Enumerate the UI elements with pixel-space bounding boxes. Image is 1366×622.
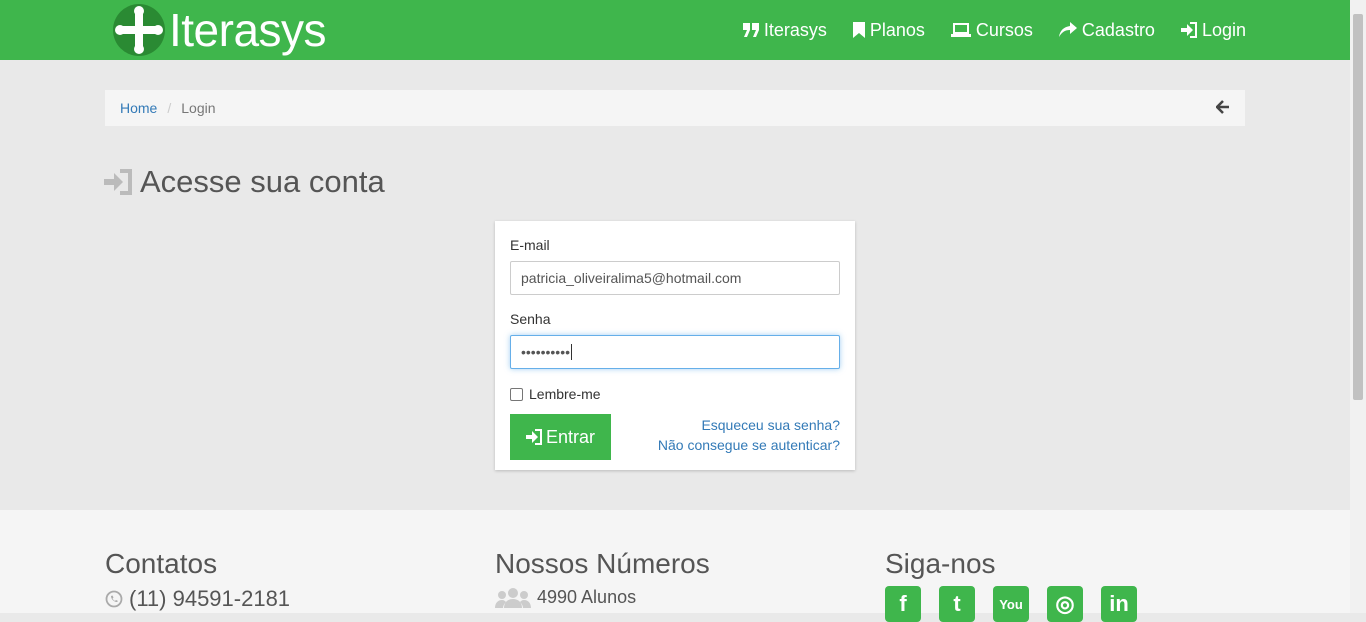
sign-in-icon: [525, 429, 542, 445]
submit-button[interactable]: Entrar: [510, 414, 611, 460]
back-button[interactable]: [1215, 100, 1230, 117]
top-navbar: Iterasys Iterasys Planos Cursos Cadastro…: [0, 0, 1350, 60]
bookmark-icon: [852, 22, 865, 38]
nav-item-cadastro[interactable]: Cadastro: [1058, 19, 1155, 41]
quote-icon: [742, 23, 759, 37]
phone-number: (11) 94591-2181: [129, 586, 291, 611]
sign-in-icon: [1180, 22, 1197, 38]
contacts-heading: Contatos: [105, 548, 218, 579]
remember-label: Lembre-me: [529, 386, 601, 402]
whatsapp-icon: [105, 590, 123, 608]
facebook-icon[interactable]: f: [885, 586, 921, 622]
brand-name: Iterasys: [169, 4, 327, 56]
youtube-icon[interactable]: You: [993, 586, 1029, 622]
arrow-left-icon: [1215, 100, 1229, 114]
help-links: Esqueceu sua senha? Não consegue se aute…: [658, 415, 840, 455]
email-field[interactable]: patricia_oliveiralima5@hotmail.com: [510, 261, 840, 295]
password-value: ••••••••••: [521, 344, 571, 360]
contact-phone[interactable]: (11) 94591-2181: [105, 586, 290, 612]
students-count: 4990 Alunos: [495, 586, 710, 608]
linkedin-icon[interactable]: in: [1101, 586, 1137, 622]
breadcrumb-separator: /: [167, 100, 172, 116]
page-title: Acesse sua conta: [104, 164, 385, 200]
students-text: 4990 Alunos: [537, 586, 637, 607]
nav-item-label: Cursos: [975, 19, 1033, 40]
numbers-heading: Nossos Números: [495, 548, 710, 579]
social-links: f t You ◎ in: [885, 586, 1137, 622]
submit-label: Entrar: [545, 426, 596, 447]
breadcrumb: Home / Login: [105, 90, 1245, 126]
nav-item-iterasys[interactable]: Iterasys: [742, 19, 827, 41]
main-nav: Iterasys Planos Cursos Cadastro Login: [742, 0, 1246, 60]
remember-me[interactable]: Lembre-me: [510, 386, 601, 402]
users-icon: [495, 588, 531, 608]
nav-item-label: Planos: [869, 19, 925, 40]
nav-item-label: Login: [1201, 19, 1246, 40]
nav-item-cursos[interactable]: Cursos: [950, 19, 1033, 41]
email-label: E-mail: [510, 237, 550, 253]
laptop-icon: [950, 23, 971, 37]
page-scrollbar[interactable]: [1350, 0, 1366, 613]
password-label: Senha: [510, 311, 551, 327]
login-card: E-mail patricia_oliveiralima5@hotmail.co…: [495, 221, 855, 470]
remember-checkbox[interactable]: [510, 387, 523, 401]
nav-item-label: Iterasys: [763, 19, 827, 40]
footer-numbers: Nossos Números 4990 Alunos: [495, 548, 710, 608]
logo-cross-icon: [113, 4, 165, 56]
social-heading: Siga-nos: [885, 548, 996, 579]
nav-item-planos[interactable]: Planos: [852, 19, 925, 41]
breadcrumb-home-link[interactable]: Home: [120, 100, 157, 116]
password-field[interactable]: ••••••••••: [510, 335, 840, 369]
cant-authenticate-link[interactable]: Não consegue se autenticar?: [658, 435, 840, 455]
footer-contacts: Contatos (11) 94591-2181: [105, 548, 290, 612]
page-title-text: Acesse sua conta: [140, 164, 385, 199]
footer-social: Siga-nos f t You ◎ in: [885, 548, 1137, 622]
scrollbar-thumb[interactable]: [1353, 14, 1363, 400]
forgot-password-link[interactable]: Esqueceu sua senha?: [658, 415, 840, 435]
sign-in-icon: [104, 169, 132, 195]
footer: Contatos (11) 94591-2181 Nossos Números …: [0, 510, 1350, 622]
twitter-icon[interactable]: t: [939, 586, 975, 622]
breadcrumb-current: Login: [181, 100, 216, 116]
nav-item-login[interactable]: Login: [1180, 19, 1246, 41]
share-icon: [1058, 22, 1077, 37]
brand-logo[interactable]: Iterasys: [113, 3, 327, 57]
nav-item-label: Cadastro: [1081, 19, 1155, 40]
instagram-icon[interactable]: ◎: [1047, 586, 1083, 622]
